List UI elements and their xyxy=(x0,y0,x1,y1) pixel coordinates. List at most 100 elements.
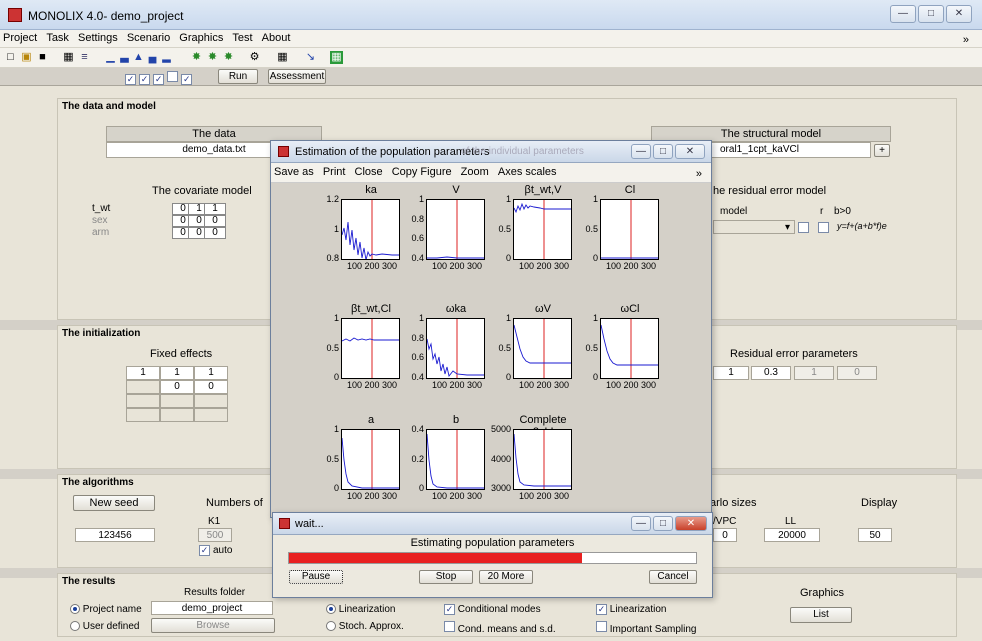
menu-test[interactable]: Test xyxy=(229,30,255,46)
residual-b-checkbox[interactable] xyxy=(818,222,829,233)
gear-icon[interactable]: ⚙ xyxy=(248,51,261,64)
tree2-icon[interactable]: ✸ xyxy=(206,51,219,64)
task-checkbox[interactable]: ✓ xyxy=(181,74,193,85)
stoch-radio[interactable] xyxy=(326,621,336,632)
rp-cell[interactable]: 0 xyxy=(837,366,877,380)
convergence-plot[interactable] xyxy=(513,318,572,379)
wait-maximize-button[interactable]: □ xyxy=(653,516,673,531)
linearization2-option[interactable]: ✓ Linearization xyxy=(596,604,667,615)
menu-save-as[interactable]: Save as xyxy=(271,163,317,181)
convergence-plot[interactable] xyxy=(513,429,572,490)
stop-button[interactable]: Stop xyxy=(419,570,473,584)
fe-cell[interactable]: 1 xyxy=(194,366,228,380)
covariate-cell[interactable]: 0 xyxy=(204,227,226,239)
new-seed-button[interactable]: New seed xyxy=(73,495,155,511)
table-icon[interactable]: ▦ xyxy=(62,51,75,64)
seed-field[interactable]: 123456 xyxy=(75,528,155,542)
linearization2-checkbox[interactable]: ✓ xyxy=(596,604,607,615)
residual-r-checkbox[interactable] xyxy=(798,222,809,233)
menu-project[interactable]: Project xyxy=(0,30,40,46)
minimize-button[interactable]: — xyxy=(890,5,916,23)
add-model-button[interactable]: + xyxy=(874,144,890,157)
linearization-radio[interactable] xyxy=(326,604,336,615)
fe-cell[interactable]: 0 xyxy=(194,380,228,394)
residual-model-select[interactable]: ▾ xyxy=(713,220,795,234)
rp-cell[interactable]: 0.3 xyxy=(751,366,791,380)
chart2-icon[interactable]: ▃ xyxy=(118,51,131,64)
menu-about[interactable]: About xyxy=(259,30,294,46)
menu-settings[interactable]: Settings xyxy=(75,30,121,46)
chart4-icon[interactable]: ▄ xyxy=(146,51,159,64)
convergence-plot[interactable] xyxy=(513,199,572,260)
important-option[interactable]: Important Sampling xyxy=(596,621,697,635)
k1-field[interactable]: 500 xyxy=(198,528,232,542)
cond-modes-checkbox[interactable]: ✓ xyxy=(444,604,455,615)
menu-print[interactable]: Print xyxy=(320,163,349,181)
task-checkbox[interactable]: ✓ xyxy=(153,74,165,85)
convergence-plot[interactable] xyxy=(600,318,659,379)
stoch-option[interactable]: Stoch. Approx. xyxy=(326,621,404,632)
estimation-minimize-button[interactable]: — xyxy=(631,144,651,159)
menu-overflow-icon[interactable]: » xyxy=(960,32,972,48)
matlab-icon[interactable]: ▦ xyxy=(330,51,343,64)
rp-cell[interactable]: 1 xyxy=(794,366,834,380)
linearization-option[interactable]: Linearization xyxy=(326,604,396,615)
menu-axes-scales[interactable]: Axes scales xyxy=(495,163,560,181)
cond-means-option[interactable]: Cond. means and s.d. xyxy=(444,621,556,635)
menu-close[interactable]: Close xyxy=(352,163,386,181)
wait-close-button[interactable]: ✕ xyxy=(675,516,707,531)
estimation-menu-overflow-icon[interactable]: » xyxy=(693,165,705,183)
ll-field[interactable]: 20000 xyxy=(764,528,820,542)
grid-icon[interactable]: ▦ xyxy=(276,51,289,64)
cond-modes-option[interactable]: ✓ Conditional modes xyxy=(444,604,541,615)
convergence-plot[interactable] xyxy=(341,199,400,260)
save-icon[interactable]: ■ xyxy=(36,51,49,64)
plot-icon[interactable]: ↘ xyxy=(304,51,317,64)
fe-cell[interactable]: 0 xyxy=(160,380,194,394)
cond-means-checkbox[interactable] xyxy=(444,621,455,632)
sliders-icon[interactable]: ≡ xyxy=(78,51,91,64)
important-checkbox[interactable] xyxy=(596,621,607,632)
menu-zoom[interactable]: Zoom xyxy=(458,163,492,181)
auto-checkbox[interactable]: ✓ xyxy=(199,545,210,556)
cancel-button[interactable]: Cancel xyxy=(649,570,697,584)
project-name-radio[interactable] xyxy=(70,604,80,615)
menu-scenario[interactable]: Scenario xyxy=(124,30,173,46)
chart-icon[interactable]: ▁ xyxy=(104,51,117,64)
convergence-plot[interactable] xyxy=(600,199,659,260)
user-defined-radio[interactable] xyxy=(70,621,80,632)
maximize-button[interactable]: □ xyxy=(918,5,944,23)
task-checkbox[interactable]: ✓ xyxy=(139,74,151,85)
user-defined-option[interactable]: User defined xyxy=(70,621,139,632)
list-button[interactable]: List xyxy=(790,607,852,623)
new-icon[interactable]: □ xyxy=(4,51,17,64)
chart3-icon[interactable]: ▲ xyxy=(132,51,145,64)
covariate-cell[interactable]: 1 xyxy=(204,203,226,215)
convergence-plot[interactable] xyxy=(426,199,485,260)
convergence-plot[interactable] xyxy=(426,429,485,490)
pause-button[interactable]: Pause xyxy=(289,570,343,584)
menu-graphics[interactable]: Graphics xyxy=(176,30,226,46)
menu-copy-figure[interactable]: Copy Figure xyxy=(389,163,455,181)
chart5-icon[interactable]: ▂ xyxy=(160,51,173,64)
estimation-close-button[interactable]: ✕ xyxy=(675,144,705,159)
project-name-option[interactable]: Project name xyxy=(70,604,142,615)
tree3-icon[interactable]: ✸ xyxy=(222,51,235,64)
vpc-field[interactable]: 0 xyxy=(713,528,737,542)
assessment-button[interactable]: Assessment xyxy=(268,69,326,84)
convergence-plot[interactable] xyxy=(341,318,400,379)
convergence-plot[interactable] xyxy=(426,318,485,379)
convergence-plot[interactable] xyxy=(341,429,400,490)
covariate-cell[interactable]: 0 xyxy=(204,215,226,227)
task-checkbox[interactable]: ✓ xyxy=(125,74,136,85)
browse-button[interactable]: Browse xyxy=(151,618,275,633)
tree-icon[interactable]: ✸ xyxy=(190,51,203,64)
menu-task[interactable]: Task xyxy=(43,30,72,46)
close-button[interactable]: ✕ xyxy=(946,5,972,23)
run-button[interactable]: Run xyxy=(218,69,258,84)
fe-cell[interactable]: 1 xyxy=(160,366,194,380)
open-icon[interactable]: ▣ xyxy=(20,51,33,64)
more-button[interactable]: 20 More xyxy=(479,570,533,584)
task-checkbox[interactable] xyxy=(167,71,179,82)
fe-cell[interactable]: 1 xyxy=(126,366,160,380)
